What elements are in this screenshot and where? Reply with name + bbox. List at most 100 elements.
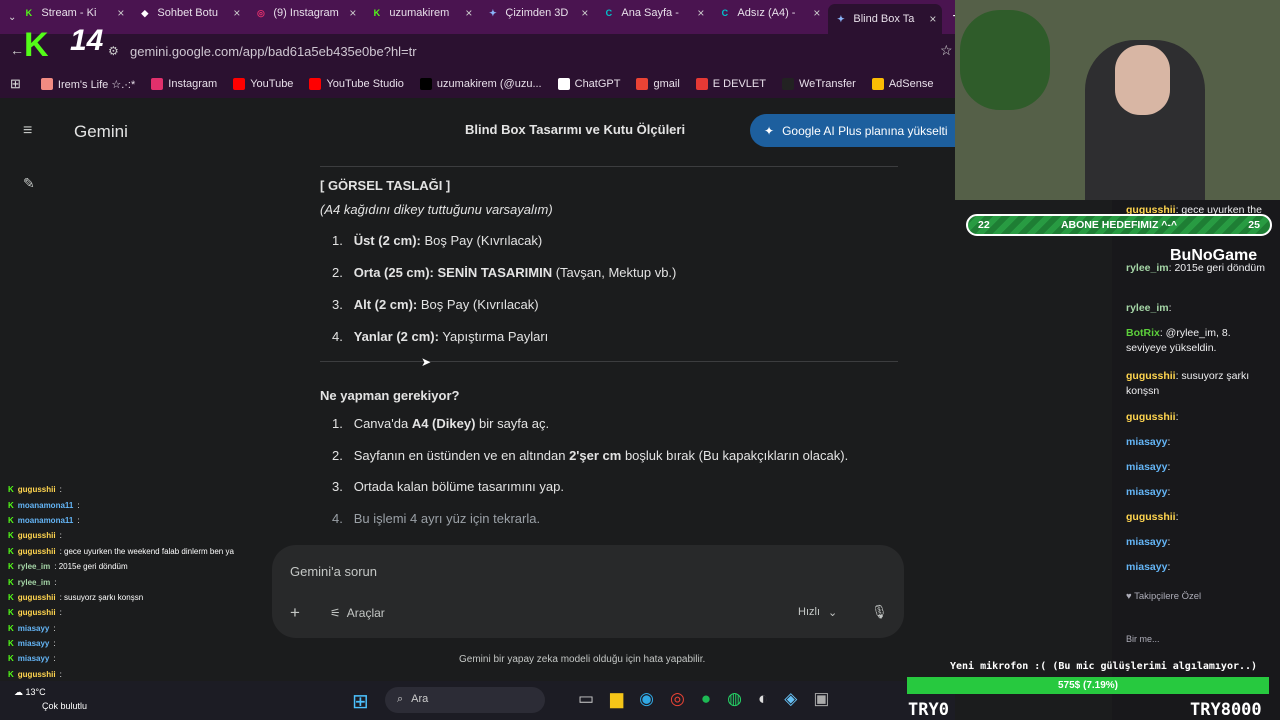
close-icon[interactable]: × — [813, 6, 820, 20]
browser-tab[interactable]: ✦ Blind Box Ta × — [828, 4, 943, 34]
weather-widget[interactable]: ☁ 13°C Çok bulutlu — [14, 687, 87, 711]
tab-menu-icon[interactable]: ⌄ — [8, 12, 16, 23]
weather-temp: 13°C — [25, 687, 46, 697]
upgrade-button[interactable]: ✦ Google AI Plus planına yükselti — [750, 114, 955, 147]
apps-grid-icon[interactable]: ⊞ — [10, 76, 21, 92]
list-number: 1. — [332, 233, 343, 248]
add-icon[interactable]: + — [290, 603, 300, 623]
close-icon[interactable]: × — [233, 6, 240, 20]
list-text: Sayfanın en üstünden ve en altından — [353, 448, 570, 463]
browser-tab[interactable]: ◆ Sohbet Botu × — [132, 0, 246, 26]
chat-text: : — [1167, 486, 1171, 498]
taskbar-search[interactable]: ⌕ Ara — [385, 687, 545, 713]
browser-tab[interactable]: ✦ Çizimden 3D × — [480, 0, 594, 26]
list-spacer — [343, 233, 354, 248]
tune-icon[interactable]: ⚙ — [108, 44, 119, 58]
chat-message: Kmiasayy: — [0, 636, 270, 651]
bookmark-item[interactable]: YouTube — [233, 78, 293, 91]
steam-icon[interactable]: ◈ — [784, 689, 797, 709]
kick-badge-icon: K — [8, 592, 14, 602]
close-icon[interactable]: × — [465, 6, 472, 20]
chat-username: gugusshii — [1126, 411, 1176, 423]
donation-progress-bar: 575$ (7.19%) — [907, 677, 1269, 694]
list-text: bir sayfa aç. — [475, 416, 550, 431]
prompt-input[interactable]: Gemini'a sorun — [290, 564, 377, 579]
question-heading: Ne yapman gerekiyor? — [320, 388, 460, 403]
model-selector[interactable]: Hızlı ⌄ — [798, 606, 837, 619]
bookmark-label: uzumakirem (@uzu... — [436, 78, 542, 90]
sparkle-icon: ✦ — [764, 123, 775, 138]
edge-icon[interactable]: ◉ — [639, 689, 654, 709]
chat-text: : — [1167, 436, 1171, 448]
url-field[interactable]: gemini.google.com/app/bad61a5eb435e0be?h… — [120, 40, 930, 64]
chat-message: Kmoanamona11: — [0, 513, 270, 528]
close-icon[interactable]: × — [349, 6, 356, 20]
chat-text: : gece uyurken the weekend falab dinlerm… — [59, 546, 234, 556]
list-text: (Tavşan, Mektup vb.) — [552, 265, 677, 280]
bookmark-item[interactable]: YouTube Studio — [309, 78, 404, 91]
tab-favicon-icon: ✦ — [837, 13, 845, 24]
bookmark-label: YouTube — [250, 78, 294, 90]
back-icon[interactable]: ← — [10, 42, 24, 58]
bookmark-item[interactable]: gmail — [636, 78, 680, 91]
close-icon[interactable]: × — [581, 6, 588, 20]
weather-desc: Çok bulutlu — [42, 701, 88, 711]
bookmark-label: AdSense — [888, 78, 934, 90]
tab-title: (9) Instagram — [273, 7, 339, 19]
tab-favicon-icon: K — [25, 8, 33, 18]
obs-icon[interactable]: ◐ — [758, 689, 768, 709]
step-list-item: 4. Bu işlemi 4 ayrı yüz için tekrarla. — [332, 511, 540, 526]
task-view-icon[interactable]: ▭ — [578, 689, 594, 709]
windows-start-icon[interactable]: ⊞ — [352, 689, 369, 714]
tab-title: Çizimden 3D — [505, 7, 569, 19]
chat-text: : 2015e geri döndüm — [54, 562, 128, 572]
prompt-box[interactable]: Gemini'a sorun + ⚟ Araçlar Hızlı ⌄ 🎙 — [272, 545, 904, 638]
goal-target: 25 — [1248, 219, 1260, 231]
bookmark-item[interactable]: Instagram — [151, 78, 217, 91]
bookmark-favicon-icon — [419, 78, 432, 90]
menu-icon[interactable]: ≡ — [23, 122, 32, 140]
chat-message: Kmiasayy: — [0, 651, 270, 666]
chrome-icon[interactable]: ◎ — [670, 689, 685, 709]
bookmark-item[interactable]: E DEVLET — [695, 78, 766, 91]
bookmark-item[interactable]: AdSense — [871, 78, 934, 91]
close-icon[interactable]: × — [117, 6, 124, 20]
browser-tab[interactable]: Kuzumakirem × — [364, 0, 478, 26]
conversation-title[interactable]: Blind Box Tasarımı ve Kutu Ölçüleri — [465, 122, 685, 137]
close-icon[interactable]: × — [929, 12, 936, 26]
new-chat-icon[interactable]: ✎ — [23, 175, 35, 192]
whatsapp-icon[interactable]: ◍ — [727, 689, 742, 709]
microphone-icon[interactable]: 🎙 — [871, 604, 888, 620]
close-icon[interactable]: × — [697, 6, 704, 20]
goal-title: ABONE HEDEFIMIZ ^-^ — [1060, 219, 1178, 231]
chat-username: moanamona11 — [17, 500, 74, 510]
chat-username: moanamona11 — [17, 515, 74, 525]
chat-text: : — [1175, 411, 1179, 423]
send-message-input[interactable]: Bir me... — [1126, 632, 1206, 647]
spotify-icon[interactable]: ● — [701, 689, 711, 709]
bookmark-item[interactable]: Irem's Life ☆.·:* — [40, 78, 135, 91]
browser-tab[interactable]: K Stream - Ki × — [16, 0, 130, 26]
webcam-feed — [955, 0, 1280, 200]
tab-strip: ⌄ K Stream - Ki × ◆ Sohbet Botu × ◎ (9) Instagr… — [0, 0, 962, 34]
upgrade-label: Google AI Plus planına yükselti — [782, 123, 948, 138]
app-icon[interactable]: ▣ — [813, 689, 829, 709]
browser-tab[interactable]: C Adsız (A4) - × — [712, 0, 826, 26]
chat-message: miasayy: — [1126, 560, 1274, 575]
file-explorer-icon[interactable]: ▆ — [610, 689, 623, 709]
list-number: 2. — [332, 448, 343, 463]
mouse-cursor-icon: ➤ — [421, 355, 432, 369]
bookmark-item[interactable]: ChatGPT — [557, 78, 620, 91]
chat-message: Krylee_im: — [0, 574, 270, 589]
kick-badge-icon: K — [8, 515, 14, 525]
list-number: 1. — [332, 416, 343, 431]
bookmark-item[interactable]: uzumakirem (@uzu... — [419, 78, 542, 91]
browser-tab[interactable]: ◎ (9) Instagram × — [248, 0, 362, 26]
chat-message: Kgugusshii: — [0, 528, 270, 543]
chat-username: gugusshii — [17, 485, 56, 495]
bookmark-item[interactable]: WeTransfer — [781, 78, 856, 91]
tools-button[interactable]: ⚟ Araçlar — [330, 606, 385, 620]
browser-tab[interactable]: C Ana Sayfa - × — [596, 0, 710, 26]
chat-username: rylee_im — [1126, 302, 1169, 314]
bookmark-star-icon[interactable]: ☆ — [940, 42, 953, 59]
